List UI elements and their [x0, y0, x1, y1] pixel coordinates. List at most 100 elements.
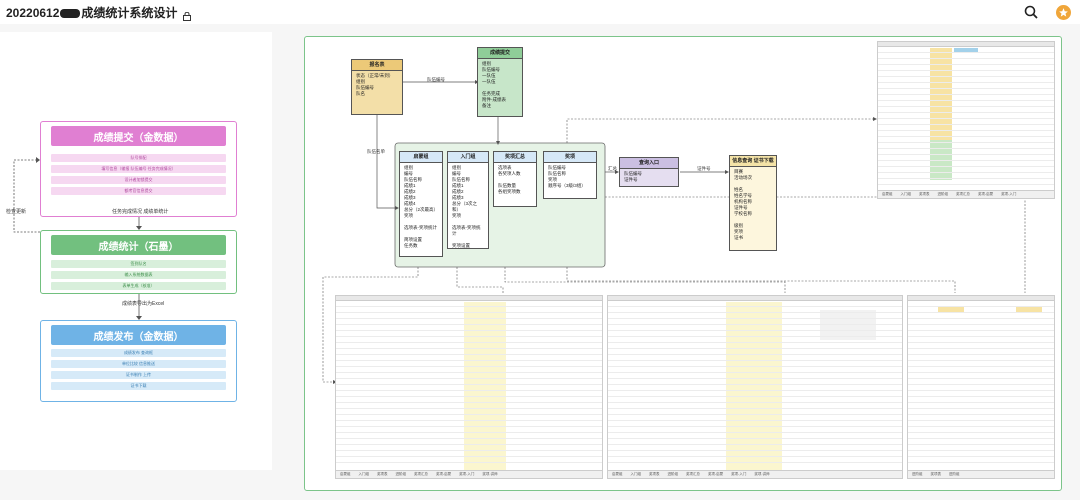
sheet-tab[interactable]: 奖项-入门 [459, 472, 474, 477]
lock-icon [183, 8, 192, 21]
sheet-tab[interactable]: 奖项-入门 [731, 472, 746, 477]
sheet-tab[interactable]: 入门组 [901, 192, 912, 197]
sheet-grid-line [878, 154, 1054, 155]
sheet-grid-line [878, 172, 1054, 173]
flow-stats-item: 输入系统数据表 [51, 271, 226, 279]
sheet-grid-line [608, 330, 902, 331]
sheet-tab[interactable]: 奖项-讲师 [754, 472, 769, 477]
sheet-grid-line [908, 408, 1054, 409]
sheet-preview-elementary: 启蒙组 入门组 奖项表 进阶组 奖项汇总 奖项-启蒙 奖项-入门 奖项-讲师 [335, 295, 603, 479]
sheet-tab[interactable]: 奖项-启蒙 [978, 192, 993, 197]
sheet-grid-line [608, 438, 902, 439]
sheet-grid-line [878, 52, 1054, 53]
flow-card-submit: 成绩提交（金数据） 队号排配 填写信息（输报 队伍编号 任务完成情况） 设计者加… [40, 121, 237, 217]
entity-summary: 奖项汇总 选项表 各奖项人数 队伍数量 各组奖项数 [493, 151, 537, 207]
entity-submission-title: 成绩提交 [478, 48, 522, 59]
sheet-preview-entry: 启蒙组 入门组 奖项表 进阶组 奖项汇总 奖项-启蒙 奖项-入门 奖项-讲师 [607, 295, 903, 479]
sheet-grid-line [608, 462, 902, 463]
flow-submit-item: 填写信息（输报 队伍编号 任务完成情况） [51, 165, 226, 173]
sheet-grid-line [908, 330, 1054, 331]
sheet-tab[interactable]: 奖项-启蒙 [436, 472, 451, 477]
sheet-tab[interactable]: 奖项汇总 [686, 472, 700, 477]
sheet-tab[interactable]: 启蒙组 [882, 192, 893, 197]
sheet-tab[interactable]: 奖项表 [931, 472, 942, 477]
sheet-tab[interactable]: 奖项表 [377, 472, 388, 477]
sheet-grid-line [608, 414, 902, 415]
sheet-grid-line [336, 438, 602, 439]
sheet-grid-line [336, 306, 602, 307]
sheet-grid-line [908, 384, 1054, 385]
sheet-tab[interactable]: 奖项表 [649, 472, 660, 477]
entity-submission-fields: 组别 队伍编号 一队伍 一队伍 任务完成 附件-成绩表 备注 [482, 61, 506, 108]
sheet-grid-line [878, 142, 1054, 143]
entity-registration: 报名表 状态（正常/未到） 组别 队伍编号 队名 [351, 59, 403, 115]
search-icon[interactable] [1022, 3, 1040, 21]
sheet-tab[interactable]: 奖项-入门 [1001, 192, 1016, 197]
sheet-grid-line [908, 456, 1054, 457]
flow-card-stats: 成绩统计（石墨） 签到队名 输入系统数据表 表单生成（核准） [40, 230, 237, 294]
sheet-tab[interactable]: 启蒙组 [612, 472, 623, 477]
sheet-grid-line [878, 160, 1054, 161]
sheet-grid-line [336, 372, 602, 373]
sheet-grid-line [908, 366, 1054, 367]
sheet-grid-line [878, 82, 1054, 83]
sheet-grid-line [878, 94, 1054, 95]
top-bar: 20220612 成绩统计系统设计 [0, 0, 1080, 24]
sheet-grid-line [878, 112, 1054, 113]
sheet-grid-line [908, 324, 1054, 325]
sheet-grid-line [608, 444, 902, 445]
sheet-grid-line [336, 432, 602, 433]
sheet-grid-line [878, 124, 1054, 125]
sheet-tab[interactable]: 奖项汇总 [956, 192, 970, 197]
sheet-tab[interactable]: 奖项汇总 [414, 472, 428, 477]
sheet-grid-line [908, 450, 1054, 451]
sheet-tab[interactable]: 进阶组 [938, 192, 949, 197]
sheet-tabs-right: 启蒙组 入门组 奖项表 进阶组 奖项汇总 奖项-启蒙 奖项-入门 [878, 190, 1054, 198]
sheet-grid-line [878, 88, 1054, 89]
sheet-tab[interactable]: 入门组 [631, 472, 642, 477]
entity-query-entry-title: 查询入口 [620, 158, 678, 169]
sheet-grid-line [908, 312, 1054, 313]
sheet-grid-line [608, 378, 902, 379]
sheet-tabs-bottom-1: 启蒙组 入门组 奖项表 进阶组 奖项汇总 奖项-启蒙 奖项-入门 奖项-讲师 [336, 470, 602, 478]
sheet-grid-line [878, 100, 1054, 101]
sheet-grid-line [908, 390, 1054, 391]
entity-registration-title: 报名表 [352, 60, 402, 71]
sheet-grid-line [908, 348, 1054, 349]
sheet-grid-line [336, 318, 602, 319]
sheet-grid-line [908, 420, 1054, 421]
sheet-grid-line [878, 118, 1054, 119]
sheet-tab[interactable]: 入门组 [359, 472, 370, 477]
right-pane: 报名表 状态（正常/未到） 组别 队伍编号 队名 队伍编号 队伍名单 成绩提交 … [304, 36, 1062, 491]
sheet-tab[interactable]: 奖项表 [919, 192, 930, 197]
sheet-tab[interactable]: 进阶组 [912, 472, 923, 477]
sheet-tab[interactable]: 进阶组 [668, 472, 679, 477]
entity-awards-title: 奖项 [544, 152, 596, 163]
sheet-grid-line [608, 402, 902, 403]
sheet-tab[interactable]: 启蒙组 [340, 472, 351, 477]
sheet-tab[interactable]: 奖项-启蒙 [708, 472, 723, 477]
sheet-grid-line [908, 360, 1054, 361]
star-icon[interactable] [1054, 3, 1072, 21]
sheet-grid-line [608, 348, 902, 349]
sheet-grid-line [908, 432, 1054, 433]
sheet-grid-line [336, 450, 602, 451]
sheet-grid-line [608, 336, 902, 337]
sheet-tab[interactable]: 进阶组 [949, 472, 960, 477]
sheet-grid-line [878, 136, 1054, 137]
flow-submit-item: 队号排配 [51, 154, 226, 162]
sheet-grid-line [336, 390, 602, 391]
sheet-grid-line [878, 70, 1054, 71]
label-team-no: 队伍编号 [427, 77, 445, 82]
left-pane: 成绩提交（金数据） 队号排配 填写信息（输报 队伍编号 任务完成情况） 设计者加… [0, 32, 272, 470]
sheet-tab[interactable]: 进阶组 [396, 472, 407, 477]
sheet-grid-line [336, 330, 602, 331]
sheet-grid-line [608, 450, 902, 451]
flow-publish-item: 证书下载 [51, 382, 226, 390]
entity-certificate-title: 信息查询 证书下载 [730, 156, 776, 167]
sheet-preview-advanced: 进阶组 奖项表 进阶组 [907, 295, 1055, 479]
sheet-grid-line [336, 396, 602, 397]
sheet-tab[interactable]: 奖项-讲师 [482, 472, 497, 477]
entity-summary-fields: 选项表 各奖项人数 队伍数量 各组奖项数 [498, 165, 521, 194]
sheet-grid-line [608, 360, 902, 361]
